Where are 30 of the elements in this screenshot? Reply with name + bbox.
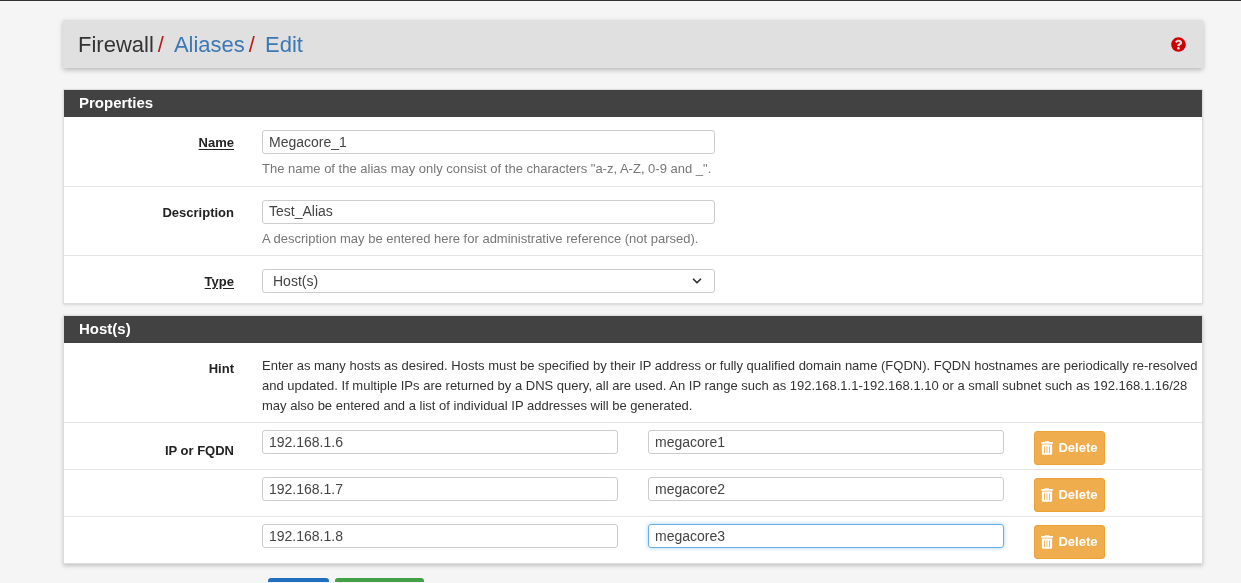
breadcrumb-link[interactable]: Edit — [264, 27, 303, 61]
help-text: A description may be entered here for administrative reference (not parsed). — [262, 229, 700, 248]
text-field[interactable]: Megacore_1 — [262, 130, 715, 154]
panel-title: Properties — [79, 93, 154, 114]
action-button[interactable] — [335, 578, 424, 582]
field-label[interactable]: Name — [198, 135, 234, 150]
trash-icon — [1041, 441, 1054, 455]
breadcrumb-link[interactable]: Aliases — [173, 27, 245, 61]
field-label: IP or FQDN — [164, 443, 234, 458]
description-field[interactable]: megacore1 — [648, 430, 1004, 454]
panel-title: Host(s) — [79, 319, 131, 340]
breadcrumb-separator: / — [248, 30, 255, 59]
trash-icon — [1041, 535, 1054, 549]
breadcrumb-separator: / — [157, 30, 164, 59]
trash-icon — [1041, 488, 1054, 502]
field-label: Hint — [208, 361, 234, 376]
address-field[interactable]: 192.168.1.7 — [262, 477, 618, 501]
help-text: The name of the alias may only consist of the characters "a-z, A-Z, 0-9 and _". — [262, 160, 713, 178]
text-field[interactable]: Test_Alias — [262, 199, 715, 224]
breadcrumb-text: Firewall — [78, 30, 154, 59]
address-field[interactable]: 192.168.1.8 — [262, 524, 618, 548]
address-field[interactable]: 192.168.1.6 — [262, 430, 618, 454]
help-icon[interactable] — [1171, 36, 1186, 52]
field-label: Description — [162, 204, 234, 220]
action-button[interactable] — [268, 578, 329, 582]
hint-text: Enter as many hosts as desired. Hosts must be specified by their IP address or fully qualified domain name (FQDN). FQDN hostnames are periodically re-resolved and updated. If multiple IPs are returned by a DNS query, all are used. An IP range such as 192.168.1.1-192.168.1.10 or a small subnet such as 192.168.1.16/28 may also be entered and a list of individual IP addresses will be generated. — [262, 357, 1198, 415]
field-label[interactable]: Type — [204, 274, 234, 289]
description-field[interactable]: megacore2 — [648, 477, 1004, 501]
description-field[interactable]: megacore3 — [648, 524, 1004, 548]
type-dropdown[interactable]: Host(s) — [262, 269, 715, 293]
